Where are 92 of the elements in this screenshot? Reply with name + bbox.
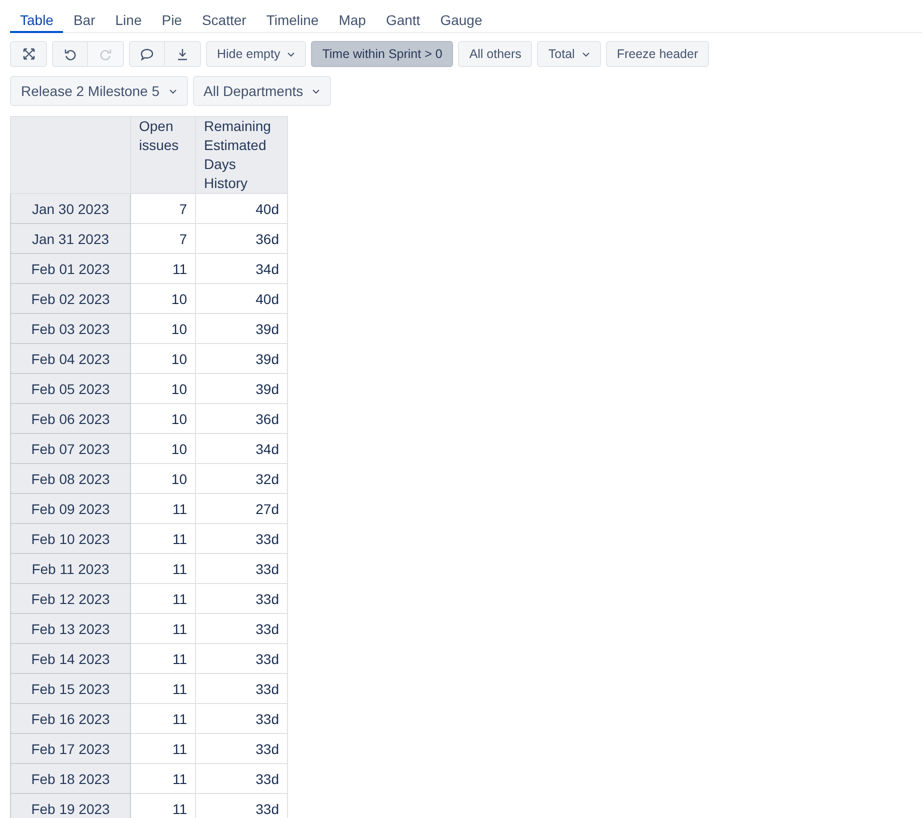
table-cell: 11 bbox=[130, 584, 196, 614]
undo-button[interactable] bbox=[52, 41, 88, 67]
table-cell: 33d bbox=[196, 764, 288, 794]
table-cell: 27d bbox=[196, 494, 288, 524]
toolbar-button[interactable]: Hide empty bbox=[206, 41, 306, 67]
comment-button[interactable] bbox=[129, 41, 165, 67]
redo-icon bbox=[99, 48, 112, 60]
download-button[interactable] bbox=[165, 41, 201, 67]
view-tab[interactable]: Bar bbox=[63, 0, 106, 33]
table-cell: 10 bbox=[130, 374, 196, 404]
table-cell: 32d bbox=[196, 464, 288, 494]
row-header: Jan 30 2023 bbox=[10, 194, 130, 224]
filter-dropdown[interactable]: All Departments bbox=[192, 76, 332, 106]
toolbar-button[interactable]: Time within Sprint > 0 bbox=[311, 41, 454, 67]
row-header: Feb 12 2023 bbox=[10, 584, 130, 614]
view-tab[interactable]: Map bbox=[328, 0, 376, 33]
table-cell: 11 bbox=[130, 674, 196, 704]
table-cell: 10 bbox=[130, 434, 196, 464]
table-cell: 33d bbox=[196, 614, 288, 644]
view-tab[interactable]: Gauge bbox=[430, 0, 492, 33]
row-header: Feb 07 2023 bbox=[10, 434, 130, 464]
table-cell: 36d bbox=[196, 404, 288, 434]
download-icon bbox=[176, 48, 189, 60]
row-header: Feb 03 2023 bbox=[10, 314, 130, 344]
table-cell: 10 bbox=[130, 314, 196, 344]
table-cell: 7 bbox=[130, 194, 196, 224]
table-cell: 39d bbox=[196, 374, 288, 404]
table-cell: 34d bbox=[196, 254, 288, 284]
view-tab[interactable]: Line bbox=[105, 0, 152, 33]
view-tab[interactable]: Gantt bbox=[376, 0, 430, 33]
row-header: Feb 10 2023 bbox=[10, 524, 130, 554]
row-header: Feb 16 2023 bbox=[10, 704, 130, 734]
table-cell: 39d bbox=[196, 314, 288, 344]
expand-button[interactable] bbox=[10, 41, 47, 67]
row-header: Feb 18 2023 bbox=[10, 764, 130, 794]
expand-icon bbox=[22, 48, 34, 60]
table-cell: 11 bbox=[130, 794, 196, 818]
row-header: Feb 02 2023 bbox=[10, 284, 130, 314]
row-header: Feb 15 2023 bbox=[10, 674, 130, 704]
column-header: Remaining Estimated Days History bbox=[196, 116, 288, 194]
table-cell: 11 bbox=[130, 494, 196, 524]
filter-dropdown[interactable]: Release 2 Milestone 5 bbox=[10, 76, 188, 106]
table-cell: 11 bbox=[130, 524, 196, 554]
table-cell: 33d bbox=[196, 794, 288, 818]
row-header: Feb 05 2023 bbox=[10, 374, 130, 404]
table-cell: 11 bbox=[130, 704, 196, 734]
table-cell: 11 bbox=[130, 254, 196, 284]
view-tab[interactable]: Pie bbox=[152, 0, 192, 33]
table-cell: 11 bbox=[130, 554, 196, 584]
table-cell: 40d bbox=[196, 284, 288, 314]
table-cell: 33d bbox=[196, 554, 288, 584]
row-header: Jan 31 2023 bbox=[10, 224, 130, 254]
view-tab[interactable]: Timeline bbox=[256, 0, 329, 33]
row-header: Feb 09 2023 bbox=[10, 494, 130, 524]
row-header: Feb 08 2023 bbox=[10, 464, 130, 494]
view-tab[interactable]: Table bbox=[10, 0, 64, 33]
row-header: Feb 13 2023 bbox=[10, 614, 130, 644]
table-cell: 11 bbox=[130, 644, 196, 674]
toolbar-button[interactable]: Freeze header bbox=[606, 41, 710, 67]
table-cell: 33d bbox=[196, 584, 288, 614]
undo-icon bbox=[64, 48, 76, 60]
toolbar-button[interactable]: All others bbox=[458, 41, 532, 67]
table-cell: 40d bbox=[196, 194, 288, 224]
row-header: Feb 19 2023 bbox=[10, 794, 130, 818]
caret-icon bbox=[168, 88, 177, 94]
table-cell: 10 bbox=[130, 344, 196, 374]
row-header: Feb 17 2023 bbox=[10, 734, 130, 764]
toolbar-button[interactable]: Total bbox=[537, 41, 601, 67]
table-cell: 10 bbox=[130, 464, 196, 494]
table-cell: 33d bbox=[196, 704, 288, 734]
row-header: Feb 11 2023 bbox=[10, 554, 130, 584]
table-cell: 10 bbox=[130, 284, 196, 314]
row-header: Feb 06 2023 bbox=[10, 404, 130, 434]
table-cell: 34d bbox=[196, 434, 288, 464]
table-cell: 33d bbox=[196, 524, 288, 554]
table-cell: 33d bbox=[196, 644, 288, 674]
row-header: Feb 01 2023 bbox=[10, 254, 130, 284]
comment-icon bbox=[140, 48, 154, 60]
caret-icon bbox=[312, 88, 320, 94]
table-cell: 11 bbox=[130, 734, 196, 764]
table-cell: 11 bbox=[130, 614, 196, 644]
table-cell: 7 bbox=[130, 224, 196, 254]
table-cell: 33d bbox=[196, 734, 288, 764]
view-tab[interactable]: Scatter bbox=[192, 0, 256, 33]
table-cell: 33d bbox=[196, 674, 288, 704]
table-cell: 10 bbox=[130, 404, 196, 434]
column-header: Open issues bbox=[130, 116, 196, 194]
row-header: Feb 14 2023 bbox=[10, 644, 130, 674]
table-cell: 11 bbox=[130, 764, 196, 794]
table-cell: 36d bbox=[196, 224, 288, 254]
row-header: Feb 04 2023 bbox=[10, 344, 130, 374]
table-cell: 39d bbox=[196, 344, 288, 374]
